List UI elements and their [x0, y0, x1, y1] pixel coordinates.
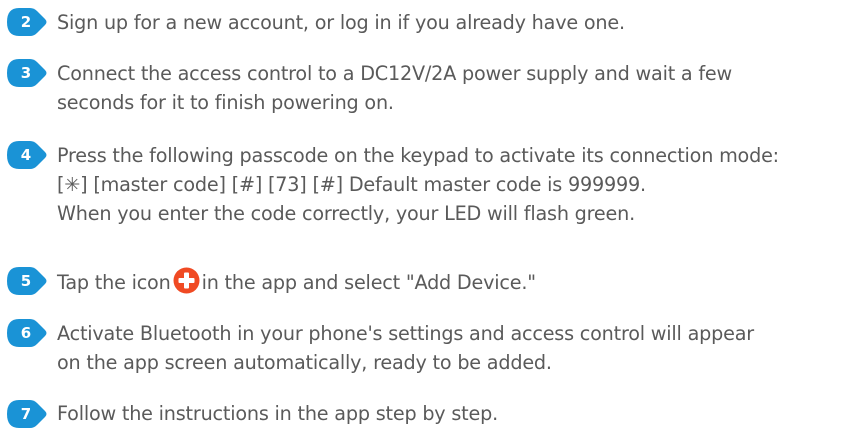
step-number: 6: [20, 324, 32, 342]
step-number: 5: [20, 272, 32, 290]
step-text: Follow the instructions in the app step …: [57, 399, 498, 428]
step-number-badge: 2: [6, 7, 47, 37]
step-text-line: Activate Bluetooth in your phone's setti…: [57, 322, 754, 345]
step-text-line: Follow the instructions in the app step …: [57, 402, 498, 425]
step-text-before-icon: Tap the icon: [57, 271, 171, 294]
step-text: Connect the access control to a DC12V/2A…: [57, 59, 732, 117]
step-number-badge: 3: [6, 58, 47, 88]
step-text-line: Sign up for a new account, or log in if …: [57, 11, 625, 34]
step-text: Tap the icon in the app and select "Add D…: [57, 267, 536, 297]
step-text-line: Tap the icon in the app and select "Add D…: [57, 267, 536, 297]
step-text-line: [✳] [master code] [#] [73] [#] Default m…: [57, 173, 646, 196]
plus-circle-icon: [173, 267, 200, 294]
step-text-line: When you enter the code correctly, your …: [57, 202, 635, 225]
step-text-line: seconds for it to finish powering on.: [57, 91, 394, 114]
step-number-badge: 5: [6, 266, 47, 296]
step-number-badge: 4: [6, 140, 47, 170]
step-number: 4: [20, 146, 32, 164]
step-number: 3: [20, 64, 32, 82]
step-text: Sign up for a new account, or log in if …: [57, 8, 625, 37]
step-number: 2: [20, 13, 32, 31]
step-text-line: Connect the access control to a DC12V/2A…: [57, 62, 733, 85]
setup-steps-list: 2 Sign up for a new account, or log in i…: [0, 0, 847, 435]
step-text-after-icon: in the app and select "Add Device.": [201, 271, 537, 294]
step-text-line: on the app screen automatically, ready t…: [57, 351, 552, 374]
step-number-badge: 6: [6, 318, 47, 348]
step-number-badge: 7: [6, 399, 47, 429]
step-number: 7: [20, 405, 32, 423]
step-text: Activate Bluetooth in your phone's setti…: [57, 319, 754, 377]
step-text-line: Press the following passcode on the keyp…: [57, 144, 779, 167]
step-text: Press the following passcode on the keyp…: [57, 141, 779, 228]
